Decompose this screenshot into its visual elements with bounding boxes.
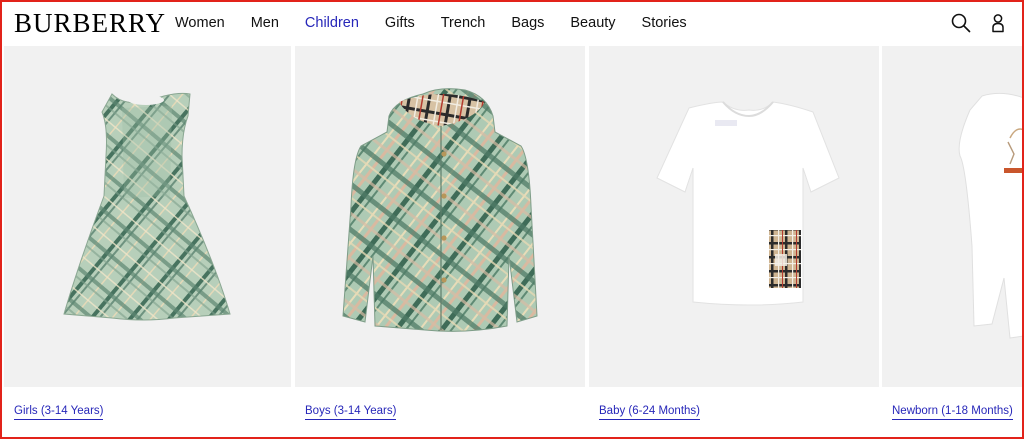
- product-image-white-tshirt[interactable]: [589, 46, 879, 387]
- product-image-check-dress[interactable]: [4, 46, 291, 387]
- category-link-baby[interactable]: Baby (6-24 Months): [599, 405, 700, 420]
- category-tile-girls[interactable]: Girls (3-14 Years): [4, 46, 291, 439]
- product-image-check-hooded-jacket[interactable]: [295, 46, 585, 387]
- category-link-boys[interactable]: Boys (3-14 Years): [305, 405, 397, 420]
- nav-item-gifts[interactable]: Gifts: [385, 14, 415, 32]
- search-icon[interactable]: [950, 12, 972, 34]
- category-link-girls[interactable]: Girls (3-14 Years): [14, 405, 104, 420]
- category-tile-newborn[interactable]: Newborn (1-18 Months): [882, 46, 1024, 439]
- caption-bar: Newborn (1-18 Months): [882, 387, 1024, 439]
- nav-item-stories[interactable]: Stories: [642, 14, 687, 32]
- category-grid: Girls (3-14 Years) Boys (3-14 Years) Bab…: [4, 46, 1024, 439]
- nav-item-women[interactable]: Women: [175, 14, 225, 32]
- main-nav: Women Men Children Gifts Trench Bags Bea…: [175, 14, 713, 32]
- site-header: BURBERRY Women Men Children Gifts Trench…: [0, 0, 1024, 46]
- caption-bar: Baby (6-24 Months): [589, 387, 879, 439]
- product-image-white-romper[interactable]: [882, 46, 1024, 387]
- account-icon[interactable]: [987, 12, 1009, 34]
- category-tile-boys[interactable]: Boys (3-14 Years): [295, 46, 585, 439]
- category-link-newborn[interactable]: Newborn (1-18 Months): [892, 405, 1013, 420]
- nav-item-children[interactable]: Children: [305, 14, 359, 32]
- nav-item-beauty[interactable]: Beauty: [570, 14, 615, 32]
- nav-item-trench[interactable]: Trench: [441, 14, 486, 32]
- category-tile-baby[interactable]: Baby (6-24 Months): [589, 46, 879, 439]
- caption-bar: Boys (3-14 Years): [295, 387, 585, 439]
- brand-logo[interactable]: BURBERRY: [14, 8, 166, 38]
- nav-item-bags[interactable]: Bags: [511, 14, 544, 32]
- nav-item-men[interactable]: Men: [251, 14, 279, 32]
- caption-bar: Girls (3-14 Years): [4, 387, 291, 439]
